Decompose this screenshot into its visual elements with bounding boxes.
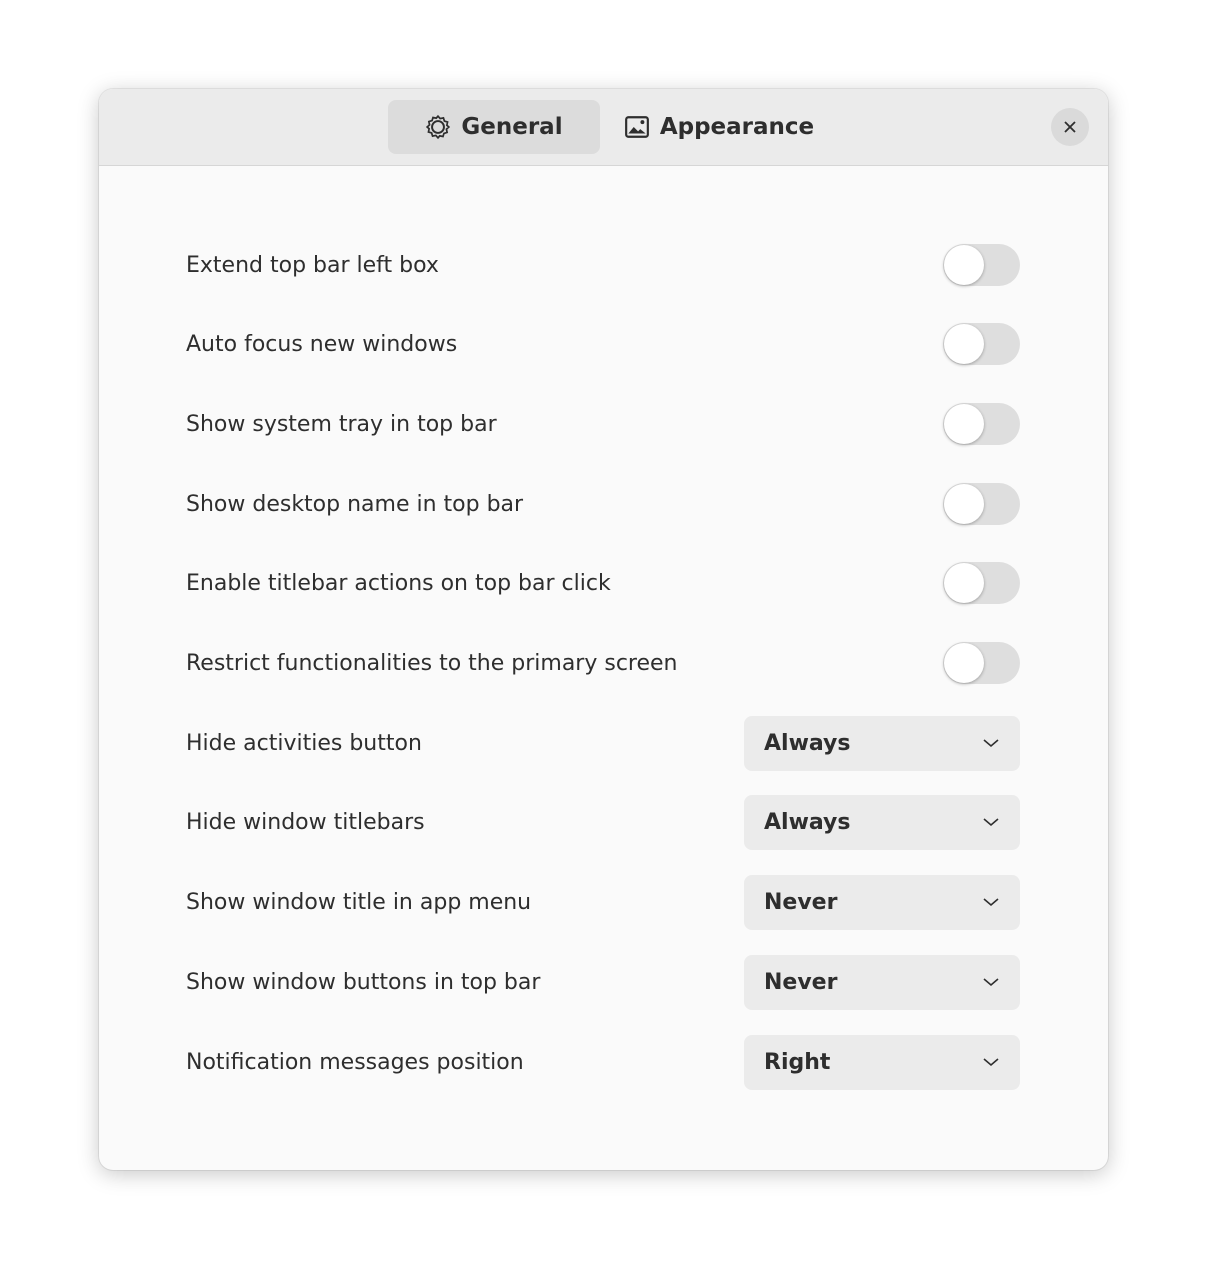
setting-row: Extend top bar left box xyxy=(186,237,1020,293)
close-icon xyxy=(1064,121,1076,133)
setting-row: Restrict functionalities to the primary … xyxy=(186,635,1020,691)
setting-row: Hide window titlebars Always xyxy=(186,794,1020,850)
setting-label: Show window buttons in top bar xyxy=(186,969,541,995)
setting-label: Show system tray in top bar xyxy=(186,411,497,437)
toggle-switch[interactable] xyxy=(943,642,1020,684)
dropdown[interactable]: Always xyxy=(744,715,1020,771)
setting-row: Show window title in app menu Never xyxy=(186,874,1020,930)
gear-icon xyxy=(426,114,451,140)
setting-label: Restrict functionalities to the primary … xyxy=(186,650,678,676)
tab-label: General xyxy=(461,114,563,140)
setting-row: Show window buttons in top bar Never xyxy=(186,954,1020,1010)
close-button[interactable] xyxy=(1051,108,1089,146)
setting-label: Enable titlebar actions on top bar click xyxy=(186,570,611,596)
toggle-knob xyxy=(944,404,984,444)
setting-label: Show window title in app menu xyxy=(186,889,532,915)
toggle-switch[interactable] xyxy=(943,244,1020,286)
chevron-down-icon xyxy=(983,978,999,987)
dropdown-value: Always xyxy=(764,730,851,756)
header-bar: General Appearance xyxy=(99,89,1108,166)
setting-row: Enable titlebar actions on top bar click xyxy=(186,555,1020,611)
toggle-knob xyxy=(944,484,984,524)
dropdown-value: Always xyxy=(764,809,851,835)
chevron-down-icon xyxy=(983,739,999,748)
setting-label: Show desktop name in top bar xyxy=(186,491,524,517)
toggle-knob xyxy=(944,643,984,683)
toggle-knob xyxy=(944,563,984,603)
tab-general[interactable]: General xyxy=(388,100,600,154)
toggle-knob xyxy=(944,245,984,285)
dropdown-value: Never xyxy=(764,969,838,995)
tab-label: Appearance xyxy=(659,114,815,140)
setting-label: Hide window titlebars xyxy=(186,809,425,835)
chevron-down-icon xyxy=(983,1058,999,1067)
dropdown[interactable]: Right xyxy=(744,1034,1020,1090)
dropdown[interactable]: Never xyxy=(744,874,1020,930)
setting-row: Notification messages position Right xyxy=(186,1034,1020,1090)
toggle-switch[interactable] xyxy=(943,403,1020,445)
chevron-down-icon xyxy=(983,818,999,827)
preferences-window: General Appearance Extend top bar left b… xyxy=(99,89,1108,1170)
setting-row: Show system tray in top bar xyxy=(186,396,1020,452)
setting-label: Extend top bar left box xyxy=(186,252,439,278)
setting-row: Hide activities button Always xyxy=(186,715,1020,771)
setting-row: Auto focus new windows xyxy=(186,316,1020,372)
toggle-switch[interactable] xyxy=(943,483,1020,525)
setting-label: Hide activities button xyxy=(186,730,422,756)
dropdown[interactable]: Never xyxy=(744,954,1020,1010)
tab-appearance[interactable]: Appearance xyxy=(614,100,824,154)
dropdown-value: Never xyxy=(764,889,838,915)
setting-label: Auto focus new windows xyxy=(186,331,458,357)
toggle-switch[interactable] xyxy=(943,562,1020,604)
chevron-down-icon xyxy=(983,898,999,907)
setting-label: Notification messages position xyxy=(186,1049,524,1075)
setting-row: Show desktop name in top bar xyxy=(186,476,1020,532)
image-icon xyxy=(624,116,649,138)
toggle-switch[interactable] xyxy=(943,323,1020,365)
dropdown-value: Right xyxy=(764,1049,831,1075)
dropdown[interactable]: Always xyxy=(744,794,1020,850)
toggle-knob xyxy=(944,324,984,364)
